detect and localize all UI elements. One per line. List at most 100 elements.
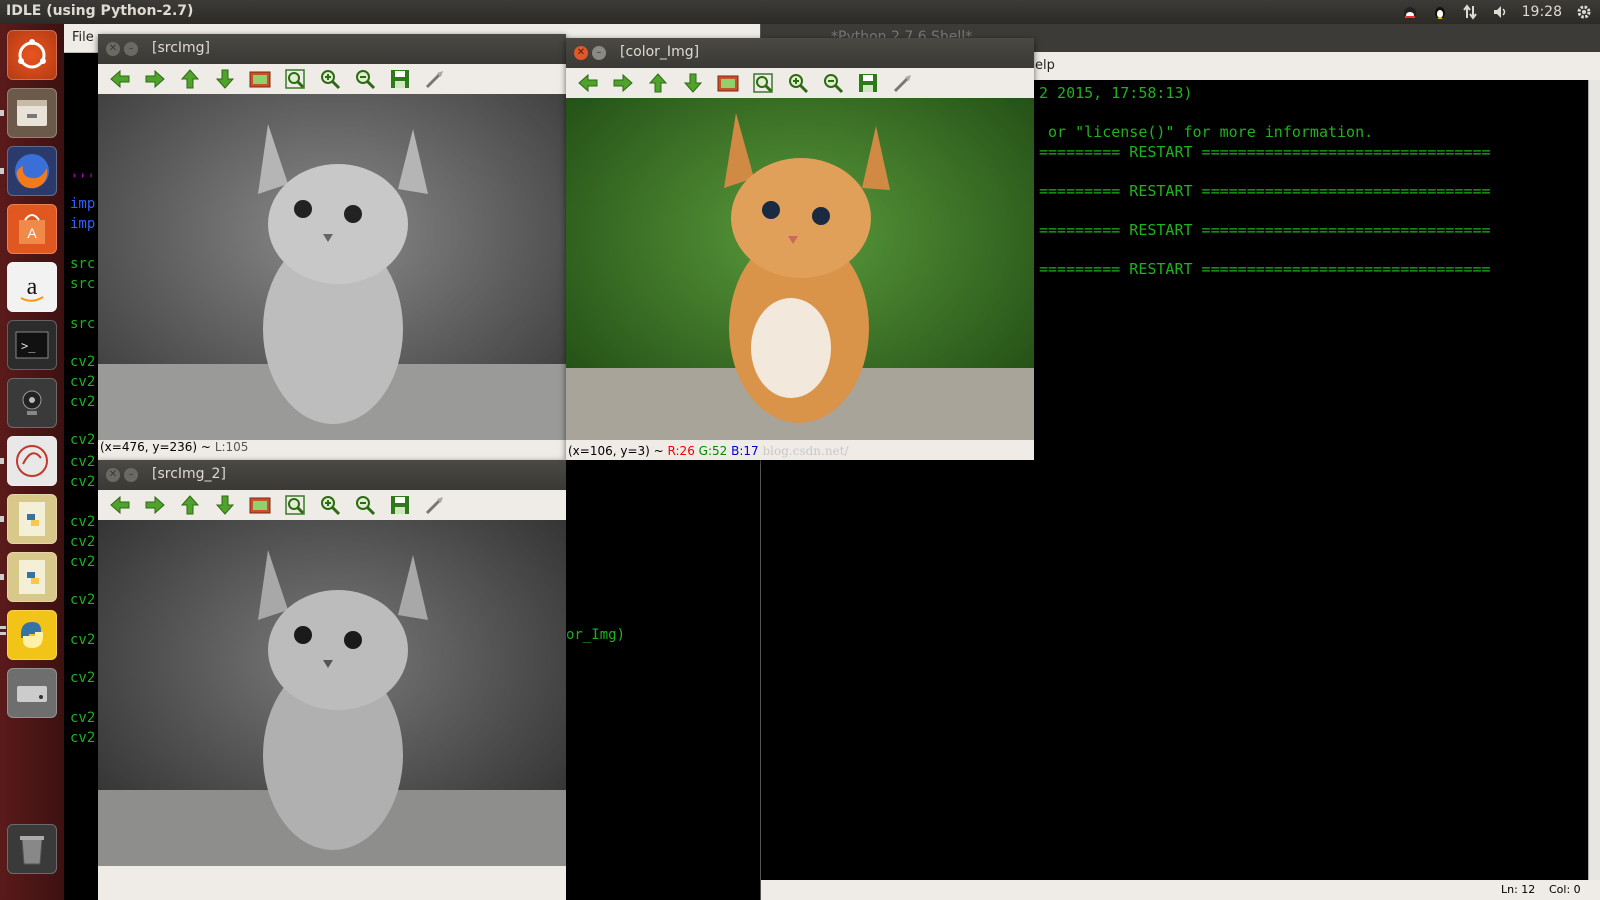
code-line: cv2 — [70, 354, 96, 370]
srcimg-status: (x=476, y=236) ~ L:105 — [100, 440, 248, 454]
srcimg-2-canvas[interactable] — [98, 520, 566, 866]
zoom-out-icon[interactable] — [821, 71, 845, 95]
srcimg-titlebar[interactable]: ✕ – [srcImg] — [98, 34, 566, 64]
zoom-out-icon[interactable] — [353, 67, 377, 91]
properties-icon[interactable] — [423, 493, 447, 517]
menu-help[interactable]: elp — [1035, 58, 1055, 73]
zoom-in-icon[interactable] — [786, 71, 810, 95]
save-icon[interactable] — [856, 71, 880, 95]
shell-output-line: ========= RESTART ======================… — [1039, 221, 1491, 239]
srcimg-canvas[interactable] — [98, 94, 566, 440]
svg-text:>_: >_ — [21, 339, 36, 353]
drive-icon[interactable] — [7, 668, 57, 718]
zoom-out-icon[interactable] — [353, 493, 377, 517]
zoom-fit-icon[interactable] — [751, 71, 775, 95]
code-line: cv2 — [70, 554, 96, 570]
arrow-right-icon[interactable] — [143, 67, 167, 91]
window-srcimg: ✕ – [srcImg] (x=476, y=236) ~ L:105 — [98, 34, 566, 460]
arrow-left-icon[interactable] — [108, 67, 132, 91]
menu-file[interactable]: File — [72, 30, 94, 45]
ubuntu-dash-icon[interactable] — [7, 30, 57, 80]
code-line: src — [70, 276, 96, 292]
properties-icon[interactable] — [423, 67, 447, 91]
window-title: IDLE (using Python-2.7) — [6, 3, 194, 19]
code-line: cv2 — [70, 394, 96, 410]
code-line: cv2 — [70, 670, 96, 686]
shell-statusbar: Ln: 12 Col: 0 — [761, 880, 1600, 900]
watermark-text: blog.csdn.net/ — [762, 444, 849, 458]
terminal-icon[interactable]: >_ — [7, 320, 57, 370]
launcher-pip — [0, 110, 4, 116]
trash-icon[interactable] — [7, 824, 57, 874]
arrow-up-icon[interactable] — [178, 493, 202, 517]
linux-penguin-icon[interactable] — [1432, 4, 1448, 20]
zoom-fit-icon[interactable] — [283, 67, 307, 91]
close-icon[interactable]: ✕ — [106, 468, 120, 482]
close-icon[interactable]: ✕ — [574, 46, 588, 60]
image-icon[interactable] — [248, 67, 272, 91]
python-icon[interactable] — [7, 610, 57, 660]
shell-output-line: or "license()" for more information. — [1039, 123, 1374, 141]
srcimg-coords: (x=476, y=236) ~ — [100, 440, 211, 454]
color-img-canvas[interactable] — [566, 98, 1034, 440]
text-editor-icon[interactable] — [7, 436, 57, 486]
python-script-icon[interactable] — [7, 494, 57, 544]
save-icon[interactable] — [388, 67, 412, 91]
software-center-icon[interactable]: A — [7, 204, 57, 254]
code-line: cv2 — [70, 454, 96, 470]
srcimg-2-titlebar[interactable]: ✕ – [srcImg_2] — [98, 460, 566, 490]
shell-scrollbar[interactable] — [1588, 80, 1600, 880]
arrow-down-icon[interactable] — [681, 71, 705, 95]
arrow-up-icon[interactable] — [178, 67, 202, 91]
code-line: cv2 — [70, 374, 96, 390]
zoom-in-icon[interactable] — [318, 67, 342, 91]
srcimg-title: [srcImg] — [152, 40, 211, 56]
files-icon[interactable] — [7, 88, 57, 138]
code-fragment: or_Img) — [566, 627, 626, 643]
arrow-up-icon[interactable] — [646, 71, 670, 95]
network-icon[interactable] — [1462, 4, 1478, 20]
code-line: imp — [70, 196, 96, 212]
arrow-down-icon[interactable] — [213, 493, 237, 517]
close-icon[interactable]: ✕ — [106, 42, 120, 56]
shell-output-line: 2 2015, 17:58:13) — [1039, 84, 1193, 102]
image-icon[interactable] — [716, 71, 740, 95]
image-icon[interactable] — [248, 493, 272, 517]
code-line: cv2 — [70, 632, 96, 648]
color-kitten-image — [566, 98, 1034, 440]
arrow-down-icon[interactable] — [213, 67, 237, 91]
minimize-icon[interactable]: – — [592, 46, 606, 60]
webcam-icon[interactable] — [7, 378, 57, 428]
python-script-icon[interactable] — [7, 552, 57, 602]
arrow-right-icon[interactable] — [611, 71, 635, 95]
zoom-fit-icon[interactable] — [283, 493, 307, 517]
properties-icon[interactable] — [891, 71, 915, 95]
firefox-icon[interactable] — [7, 146, 57, 196]
gear-icon[interactable] — [1576, 4, 1592, 20]
code-line: cv2 — [70, 710, 96, 726]
zoom-in-icon[interactable] — [318, 493, 342, 517]
minimize-icon[interactable]: – — [124, 42, 138, 56]
color-img-titlebar[interactable]: ✕ – [color_Img] — [566, 38, 1034, 68]
arrow-left-icon[interactable] — [108, 493, 132, 517]
minimize-icon[interactable]: – — [124, 468, 138, 482]
code-line: imp — [70, 216, 96, 232]
shell-output-line: ========= RESTART ======================… — [1039, 182, 1491, 200]
save-icon[interactable] — [388, 493, 412, 517]
amazon-icon[interactable]: a — [7, 262, 57, 312]
launcher-pip — [0, 574, 4, 580]
clock[interactable]: 19:28 — [1522, 4, 1562, 20]
color-img-toolbar — [566, 68, 1034, 98]
srcimg-toolbar — [98, 64, 566, 94]
volume-icon[interactable] — [1492, 4, 1508, 20]
qq-icon[interactable] — [1402, 4, 1418, 20]
arrow-left-icon[interactable] — [576, 71, 600, 95]
arrow-right-icon[interactable] — [143, 493, 167, 517]
color-img-red: R:26 — [667, 444, 695, 458]
gray-kitten-image-2 — [98, 520, 566, 866]
system-tray: 19:28 — [1402, 0, 1600, 24]
launcher-pip — [0, 168, 4, 174]
code-line: cv2 — [70, 432, 96, 448]
launcher-pip — [0, 458, 4, 464]
code-line: src — [70, 316, 96, 332]
